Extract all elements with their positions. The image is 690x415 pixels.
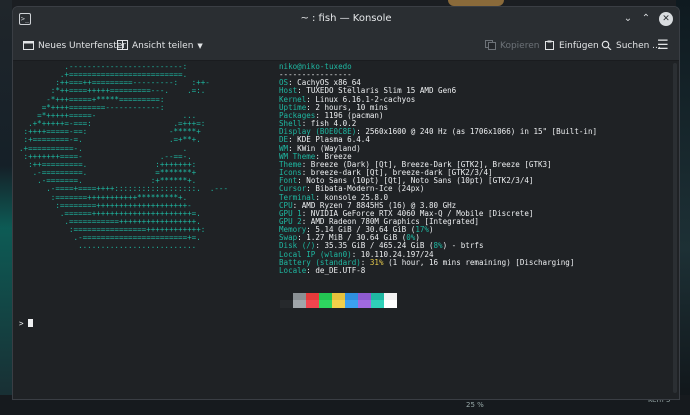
info-value: : de_DE.UTF-8: [306, 265, 366, 275]
fastfetch-output: niko@niko-tuxedo ---------------- OS: Ca…: [279, 62, 598, 275]
maximize-icon[interactable]: ⌃: [639, 12, 653, 26]
color-swatch: [280, 293, 293, 300]
color-swatch: [319, 300, 332, 308]
color-swatch: [293, 293, 306, 300]
split-view-button[interactable]: Ansicht teilen ▼: [117, 38, 203, 54]
new-tab-icon: [23, 41, 34, 50]
info-tail: ): [428, 225, 434, 235]
desktop-left-edge: [0, 0, 12, 415]
find-label: Suchen ...: [616, 41, 661, 51]
scrollbar[interactable]: [673, 63, 677, 393]
color-swatch: [358, 300, 371, 308]
color-swatch: [371, 293, 384, 300]
window-title: ~ : fish — Konsole: [300, 13, 392, 24]
color-palette: [280, 293, 397, 308]
search-icon: [601, 40, 612, 50]
toolbar: Neues Unterfenster Ansicht teilen ▼ Kopie…: [13, 32, 679, 61]
color-swatch: [345, 293, 358, 300]
color-swatch: [371, 300, 384, 308]
color-swatch: [306, 300, 319, 308]
palette-row: [280, 293, 397, 300]
info-percent: 31%: [369, 257, 384, 267]
info-tail: (1 hour, 16 mins remaining) [Discharging…: [383, 257, 575, 267]
titlebar[interactable]: >_ ~ : fish — Konsole ⌄ ⌃ ✕: [13, 7, 679, 32]
split-view-label: Ansicht teilen: [132, 41, 194, 51]
hamburger-menu-icon[interactable]: ☰: [657, 38, 669, 54]
copy-label: Kopieren: [500, 41, 540, 51]
prompt-symbol: >: [19, 319, 24, 328]
color-swatch: [345, 300, 358, 308]
terminal-area[interactable]: .-------------------------: .+==========…: [13, 61, 679, 399]
color-swatch: [293, 300, 306, 308]
color-swatch: [384, 300, 397, 308]
color-swatch: [384, 293, 397, 300]
new-tab-button[interactable]: Neues Unterfenster: [23, 38, 126, 54]
cachyos-ascii-logo: .-------------------------: .+==========…: [19, 62, 228, 251]
copy-button[interactable]: Kopieren: [485, 38, 539, 54]
color-swatch: [280, 300, 293, 308]
info-tail: ) - btrfs: [442, 241, 484, 251]
color-swatch: [319, 293, 332, 300]
paste-label: Einfügen: [559, 41, 599, 51]
paste-icon: [545, 40, 554, 50]
info-line: Locale: de_DE.UTF-8: [279, 266, 365, 275]
minimize-icon[interactable]: ⌄: [621, 12, 635, 26]
color-swatch: [358, 293, 371, 300]
info-key: Locale: [279, 265, 307, 275]
split-view-icon: [117, 40, 128, 50]
copy-icon: [485, 40, 496, 50]
new-tab-label: Neues Unterfenster: [38, 41, 126, 51]
logo-line: ..........................: [19, 241, 197, 251]
chevron-down-icon: ▼: [197, 42, 203, 50]
color-swatch: [332, 300, 345, 308]
info-value: : 2560x1600 @ 240 Hz (as 1706x1066) in 1…: [356, 127, 598, 137]
text-cursor: [28, 319, 34, 327]
konsole-window: >_ ~ : fish — Konsole ⌄ ⌃ ✕ Neues Unterf…: [12, 6, 680, 400]
shell-prompt[interactable]: >: [19, 319, 34, 328]
close-icon[interactable]: ✕: [659, 12, 673, 26]
palette-row: [280, 300, 397, 308]
color-swatch: [332, 293, 345, 300]
paste-button[interactable]: Einfügen: [544, 38, 599, 54]
desktop-widget-label: 25 %: [466, 401, 484, 409]
info-percent: 8%: [433, 241, 443, 251]
color-swatch: [306, 293, 319, 300]
find-button[interactable]: Suchen ...: [601, 38, 661, 54]
